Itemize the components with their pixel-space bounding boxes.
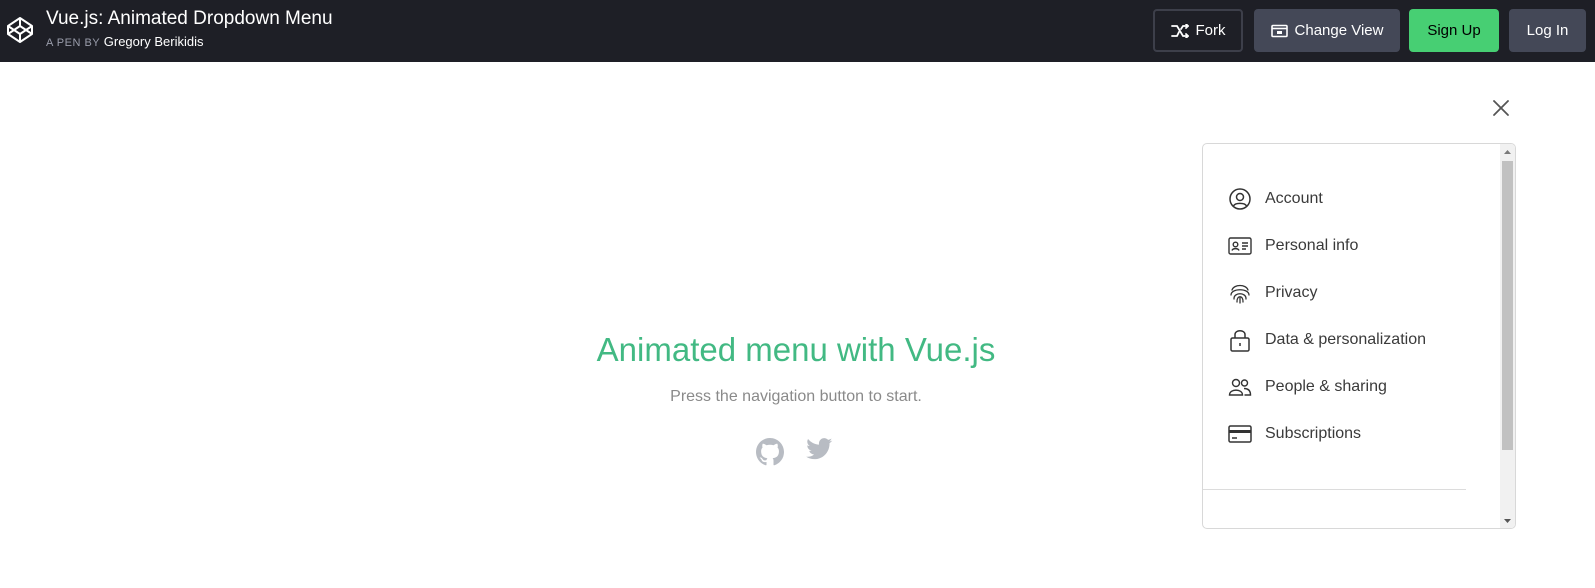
menu-item-privacy[interactable]: Privacy: [1203, 269, 1498, 317]
fork-label: Fork: [1195, 22, 1226, 39]
hero-title: Animated menu with Vue.js: [596, 331, 996, 368]
scroll-down-arrow-icon[interactable]: [1500, 513, 1515, 528]
menu-item-account[interactable]: Account: [1203, 175, 1498, 223]
log-in-button[interactable]: Log In: [1509, 9, 1586, 52]
twitter-icon[interactable]: [806, 438, 833, 460]
menu-item-people-sharing[interactable]: People & sharing: [1203, 363, 1498, 411]
scrollbar-thumb[interactable]: [1502, 161, 1513, 450]
codepen-logo-icon[interactable]: [5, 15, 35, 45]
menu-item-label: Privacy: [1265, 284, 1318, 301]
dropdown-menu: Account Personal info Privacy Data & per…: [1202, 143, 1516, 529]
menu-item-subscriptions[interactable]: Subscriptions: [1203, 410, 1498, 458]
people-icon: [1227, 374, 1253, 400]
menu-item-label: Data & personalization: [1265, 331, 1426, 348]
change-view-icon: [1270, 24, 1288, 37]
credit-card-icon: [1227, 421, 1253, 447]
hero-title-wrap: Animated menu with Vue.js: [503, 330, 1089, 370]
menu-item-label: People & sharing: [1265, 378, 1387, 395]
menu-item-label: Personal info: [1265, 237, 1359, 254]
change-view-label: Change View: [1294, 22, 1384, 39]
close-icon: [1493, 100, 1509, 116]
close-menu-button[interactable]: [1491, 98, 1511, 118]
github-icon[interactable]: [756, 438, 784, 466]
fork-icon: [1170, 23, 1189, 38]
account-circle-icon: [1227, 186, 1253, 212]
pen-title: Vue.js: Animated Dropdown Menu: [46, 8, 333, 29]
sign-up-button[interactable]: Sign Up: [1409, 9, 1499, 52]
fingerprint-icon: [1227, 280, 1253, 306]
change-view-button[interactable]: Change View: [1254, 9, 1400, 52]
codepen-header: Vue.js: Animated Dropdown Menu A PEN BY …: [0, 0, 1595, 62]
menu-scrollbar[interactable]: [1500, 144, 1515, 528]
pen-by-prefix: A PEN BY: [46, 37, 101, 49]
pen-author-link[interactable]: Gregory Berikidis: [104, 34, 204, 49]
id-card-icon: [1227, 233, 1253, 259]
hero-subtitle: Press the navigation button to start.: [670, 388, 922, 405]
menu-item-label: Subscriptions: [1265, 425, 1362, 442]
scroll-up-arrow-icon[interactable]: [1500, 144, 1515, 159]
fork-button[interactable]: Fork: [1153, 9, 1243, 52]
pen-title-block: Vue.js: Animated Dropdown Menu A PEN BY …: [46, 8, 333, 51]
menu-item-personal-info[interactable]: Personal info: [1203, 222, 1498, 270]
menu-item-data-personalization[interactable]: Data & personalization: [1203, 316, 1498, 364]
lock-icon: [1227, 327, 1253, 353]
menu-divider: [1203, 489, 1466, 490]
pen-author-line: A PEN BY Gregory Berikidis: [46, 34, 333, 51]
menu-item-label: Account: [1265, 190, 1323, 207]
